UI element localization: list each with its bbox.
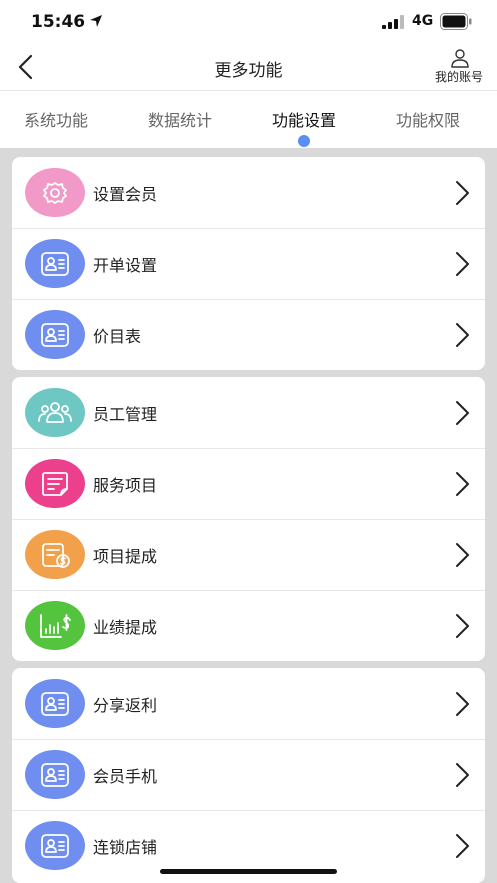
settings-group-3: 分享返利 会员手机 连锁店铺: [12, 668, 485, 883]
id-card-icon: [25, 239, 85, 288]
performance-icon: [25, 601, 85, 650]
settings-group-2: 员工管理 服务项目 项目提成 业绩提成: [12, 377, 485, 661]
menu-item-order-settings[interactable]: 开单设置: [12, 228, 485, 299]
chevron-right-icon: [456, 401, 469, 425]
page-title: 更多功能: [214, 61, 283, 81]
location-arrow-icon: [90, 15, 102, 27]
tab-function-permissions[interactable]: 功能权限: [396, 107, 460, 131]
network-type: 4G: [412, 13, 434, 29]
nav-bar: 更多功能 我的账号: [0, 44, 497, 90]
my-account-label: 我的账号: [434, 70, 483, 84]
menu-item-label: 员工管理: [93, 405, 158, 424]
chevron-right-icon: [456, 763, 469, 787]
tab-function-settings[interactable]: 功能设置: [272, 107, 336, 131]
menu-item-project-commission[interactable]: 项目提成: [12, 519, 485, 590]
chevron-right-icon: [456, 472, 469, 496]
menu-item-label: 分享返利: [93, 696, 158, 715]
menu-item-price-list[interactable]: 价目表: [12, 299, 485, 370]
menu-item-service-items[interactable]: 服务项目: [12, 448, 485, 519]
home-indicator: [160, 869, 337, 874]
my-account-button[interactable]: 我的账号: [424, 46, 494, 88]
menu-item-label: 设置会员: [93, 185, 158, 204]
active-tab-indicator: [298, 135, 310, 147]
id-card-icon: [25, 750, 85, 799]
chevron-right-icon: [456, 181, 469, 205]
battery-icon: [440, 13, 472, 30]
menu-item-label: 服务项目: [93, 476, 158, 495]
id-card-icon: [25, 821, 85, 870]
commission-icon: [25, 530, 85, 579]
menu-item-label: 价目表: [93, 327, 142, 346]
id-card-icon: [25, 310, 85, 359]
menu-item-member-settings[interactable]: 设置会员: [12, 157, 485, 228]
menu-item-label: 项目提成: [93, 547, 158, 566]
menu-item-label: 会员手机: [93, 767, 158, 786]
tab-system-functions[interactable]: 系统功能: [24, 107, 88, 131]
menu-item-performance-commission[interactable]: 业绩提成: [12, 590, 485, 661]
status-bar: 15:46 4G: [0, 0, 497, 44]
gear-icon: [25, 168, 85, 217]
settings-group-1: 设置会员 开单设置 价目表: [12, 157, 485, 370]
user-icon: [451, 49, 469, 68]
menu-item-share-rebate[interactable]: 分享返利: [12, 668, 485, 739]
chevron-right-icon: [456, 323, 469, 347]
chevron-right-icon: [456, 543, 469, 567]
chevron-right-icon: [456, 614, 469, 638]
menu-item-member-phone[interactable]: 会员手机: [12, 739, 485, 810]
chevron-right-icon: [456, 834, 469, 858]
signal-icon: [382, 15, 404, 29]
status-time: 15:46: [31, 12, 86, 32]
menu-item-label: 开单设置: [93, 256, 158, 275]
id-card-icon: [25, 679, 85, 728]
tab-bar: 系统功能 数据统计 功能设置 功能权限: [0, 90, 497, 148]
service-icon: [25, 459, 85, 508]
menu-item-label: 业绩提成: [93, 618, 158, 637]
chevron-right-icon: [456, 252, 469, 276]
menu-item-label: 连锁店铺: [93, 838, 158, 857]
staff-icon: [25, 388, 85, 437]
chevron-right-icon: [456, 692, 469, 716]
tab-data-statistics[interactable]: 数据统计: [148, 107, 212, 131]
menu-item-staff-management[interactable]: 员工管理: [12, 377, 485, 448]
